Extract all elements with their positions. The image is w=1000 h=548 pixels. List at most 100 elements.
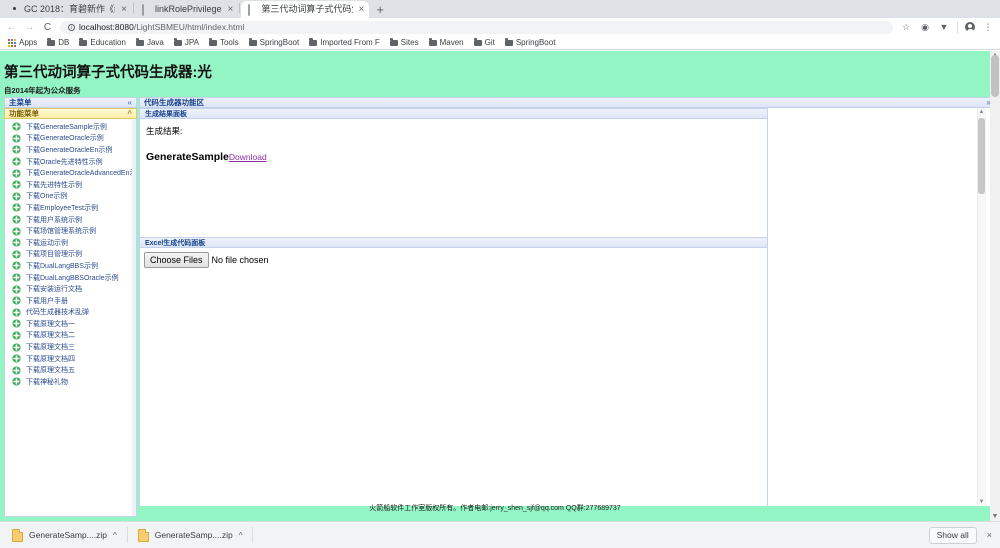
sidebar-item-principle-doc-3[interactable]: 下载原理文档三	[5, 341, 136, 353]
sidebar-scrollbar[interactable]	[132, 119, 136, 516]
tab-title: 第三代动词算子式代码生	[261, 4, 353, 14]
sidebar-item-label: 下载原理文档二	[26, 332, 75, 340]
sidebar-item-generateoracleen[interactable]: 下载GenerateOracleEn示例	[5, 144, 136, 156]
sidebar-item-venue-system[interactable]: 下载场馆管理系统示例	[5, 225, 136, 237]
back-button[interactable]: ←	[6, 22, 17, 33]
info-icon[interactable]: i	[68, 23, 75, 31]
sidebar-item-sports[interactable]: 下载运动示例	[5, 237, 136, 249]
new-tab-button[interactable]: +	[369, 3, 391, 18]
choose-files-button[interactable]: Choose Files	[144, 252, 209, 268]
result-panel-header[interactable]: 生成结果面板	[140, 108, 767, 119]
sidebar-item-user-manual[interactable]: 下载用户手册	[5, 295, 136, 307]
add-plus-icon	[12, 215, 21, 224]
filter-icon[interactable]: ▼	[938, 21, 950, 33]
download-item-1[interactable]: GenerateSamp....zip ^	[6, 526, 123, 545]
bookmark-label: Java	[146, 38, 164, 47]
sidebar-item-label: 下载用户手册	[26, 297, 68, 305]
bookmark-label: DB	[58, 38, 70, 47]
page-scroll-down-icon[interactable]: ▼	[991, 513, 999, 520]
chevron-up-icon[interactable]: ^	[239, 531, 243, 540]
sidebar-item-project-management[interactable]: 下载项目管理示例	[5, 249, 136, 261]
sidebar-item-principle-doc-5[interactable]: 下载原理文档五	[5, 364, 136, 376]
sidebar-item-advanced-features[interactable]: 下载先进特性示例	[5, 179, 136, 191]
bookmark-label: Apps	[19, 38, 38, 47]
add-plus-icon	[12, 308, 21, 317]
bookmark-springboot[interactable]: SpringBoot	[248, 38, 299, 47]
excel-area: Choose Files No file chosen	[140, 248, 767, 268]
add-plus-icon	[12, 180, 21, 189]
sidebar-item-principle-doc-1[interactable]: 下载原理文档一	[5, 318, 136, 330]
browser-tab-1[interactable]: GC 2018：育碧新作《纪元 ×	[4, 1, 132, 18]
bookmark-java[interactable]: Java	[135, 38, 164, 47]
address-bar[interactable]: i localhost:8080/LightSBMEU/html/index.h…	[60, 20, 893, 34]
bookmark-git[interactable]: Git	[473, 38, 495, 47]
star-icon[interactable]: ☆	[900, 21, 912, 33]
close-shelf-icon[interactable]: ×	[987, 530, 994, 540]
reload-button[interactable]: C	[42, 22, 53, 33]
bookmark-imported-from[interactable]: Imported From F	[309, 38, 380, 47]
bookmark-db[interactable]: DB	[47, 38, 69, 47]
browser-tab-2[interactable]: linkRolePrivilege ×	[135, 1, 238, 18]
chevron-up-icon[interactable]: ^	[113, 531, 117, 540]
bookmark-jpa[interactable]: JPA	[173, 38, 199, 47]
sidebar-item-label: 下载Oracle先进特性示例	[26, 158, 103, 166]
sidebar-item-generateoracle[interactable]: 下载GenerateOracle示例	[5, 133, 136, 145]
browser-toolbar: ← → C i localhost:8080/LightSBMEU/html/i…	[0, 18, 1000, 36]
add-plus-icon	[12, 261, 21, 270]
folder-icon	[135, 38, 144, 46]
download-link[interactable]: Download	[229, 152, 267, 162]
file-upload-control[interactable]: Choose Files No file chosen	[144, 252, 767, 268]
profile-avatar-icon[interactable]	[965, 22, 975, 33]
sidebar-item-one[interactable]: 下载One示例	[5, 191, 136, 203]
browser-tab-3[interactable]: 第三代动词算子式代码生 ×	[241, 1, 370, 18]
sidebar-item-tech-talk[interactable]: 代码生成器技术乱弹	[5, 307, 136, 319]
download-item-2[interactable]: GenerateSamp....zip ^	[132, 526, 249, 545]
tab-close-icon[interactable]: ×	[119, 5, 127, 15]
tab-strip: GC 2018：育碧新作《纪元 × linkRolePrivilege × 第三…	[0, 0, 1000, 18]
bookmark-sites[interactable]: Sites	[389, 38, 419, 47]
function-menu-header[interactable]: 功能菜单 ^	[4, 108, 137, 119]
sidebar-item-mystery-gift[interactable]: 下载神秘礼物	[5, 376, 136, 388]
page-scrollbar-track[interactable]: ▲ ▼	[990, 51, 1000, 521]
add-plus-icon	[12, 354, 21, 363]
generator-panel-label: 代码生成器功能区	[144, 98, 204, 107]
sidebar-item-install-doc[interactable]: 下载安装运行文档	[5, 283, 136, 295]
bookmark-label: Imported From F	[320, 38, 380, 47]
sidebar-item-generateoracleadvanceden[interactable]: 下载GenerateOracleAdvancedEn示例	[5, 167, 136, 179]
sidebar-item-user-system[interactable]: 下载用户系统示例	[5, 214, 136, 226]
sidebar-item-employeetest[interactable]: 下载EmployeeTest示例	[5, 202, 136, 214]
main-menu-header[interactable]: 主菜单 «	[4, 97, 137, 108]
sidebar-item-duallangbbs[interactable]: 下载DualLangBBS示例	[5, 260, 136, 272]
tab-close-icon[interactable]: ×	[226, 5, 234, 15]
excel-panel-header[interactable]: Excel生成代码面板	[140, 237, 767, 248]
sidebar-item-principle-doc-2[interactable]: 下载原理文档二	[5, 330, 136, 342]
bookmark-springboot-2[interactable]: SpringBoot	[504, 38, 555, 47]
tab-title: linkRolePrivilege	[155, 4, 222, 14]
scroll-up-icon[interactable]: ▲	[978, 109, 985, 115]
sidebar-item-label: 下载原理文档一	[26, 320, 75, 328]
bookmark-education[interactable]: Education	[79, 38, 126, 47]
tab-close-icon[interactable]: ×	[357, 5, 365, 15]
sidebar-item-generatesample[interactable]: 下载GenerateSample示例	[5, 121, 136, 133]
sidebar-item-label: 下载GenerateOracle示例	[26, 135, 104, 143]
bookmark-tools[interactable]: Tools	[208, 38, 239, 47]
address-bar-url: localhost:8080/LightSBMEU/html/index.htm…	[79, 22, 245, 32]
page-scrollbar-thumb[interactable]	[991, 55, 999, 97]
more-menu-icon[interactable]: ⋮	[982, 21, 994, 33]
extension-icon[interactable]: ◉	[919, 21, 931, 33]
add-plus-icon	[12, 377, 21, 386]
chevron-up-icon[interactable]: ^	[127, 109, 132, 118]
folder-icon	[504, 38, 513, 46]
add-plus-icon	[12, 145, 21, 155]
sidebar-item-principle-doc-4[interactable]: 下载原理文档四	[5, 353, 136, 365]
generator-panel-header[interactable]: 代码生成器功能区 »	[139, 97, 996, 108]
sidebar-item-oracle-advanced[interactable]: 下载Oracle先进特性示例	[5, 156, 136, 168]
forward-button[interactable]: →	[24, 22, 35, 33]
bookmark-label: Sites	[400, 38, 419, 47]
content-scrollbar-thumb[interactable]	[978, 118, 985, 194]
sidebar-item-duallangbbsoracle[interactable]: 下载DualLangBBSOracle示例	[5, 272, 136, 284]
bookmark-maven[interactable]: Maven	[428, 38, 464, 47]
chevron-left-icon[interactable]: «	[128, 98, 132, 107]
bookmark-apps[interactable]: Apps	[8, 38, 37, 47]
show-all-button[interactable]: Show all	[928, 526, 977, 544]
